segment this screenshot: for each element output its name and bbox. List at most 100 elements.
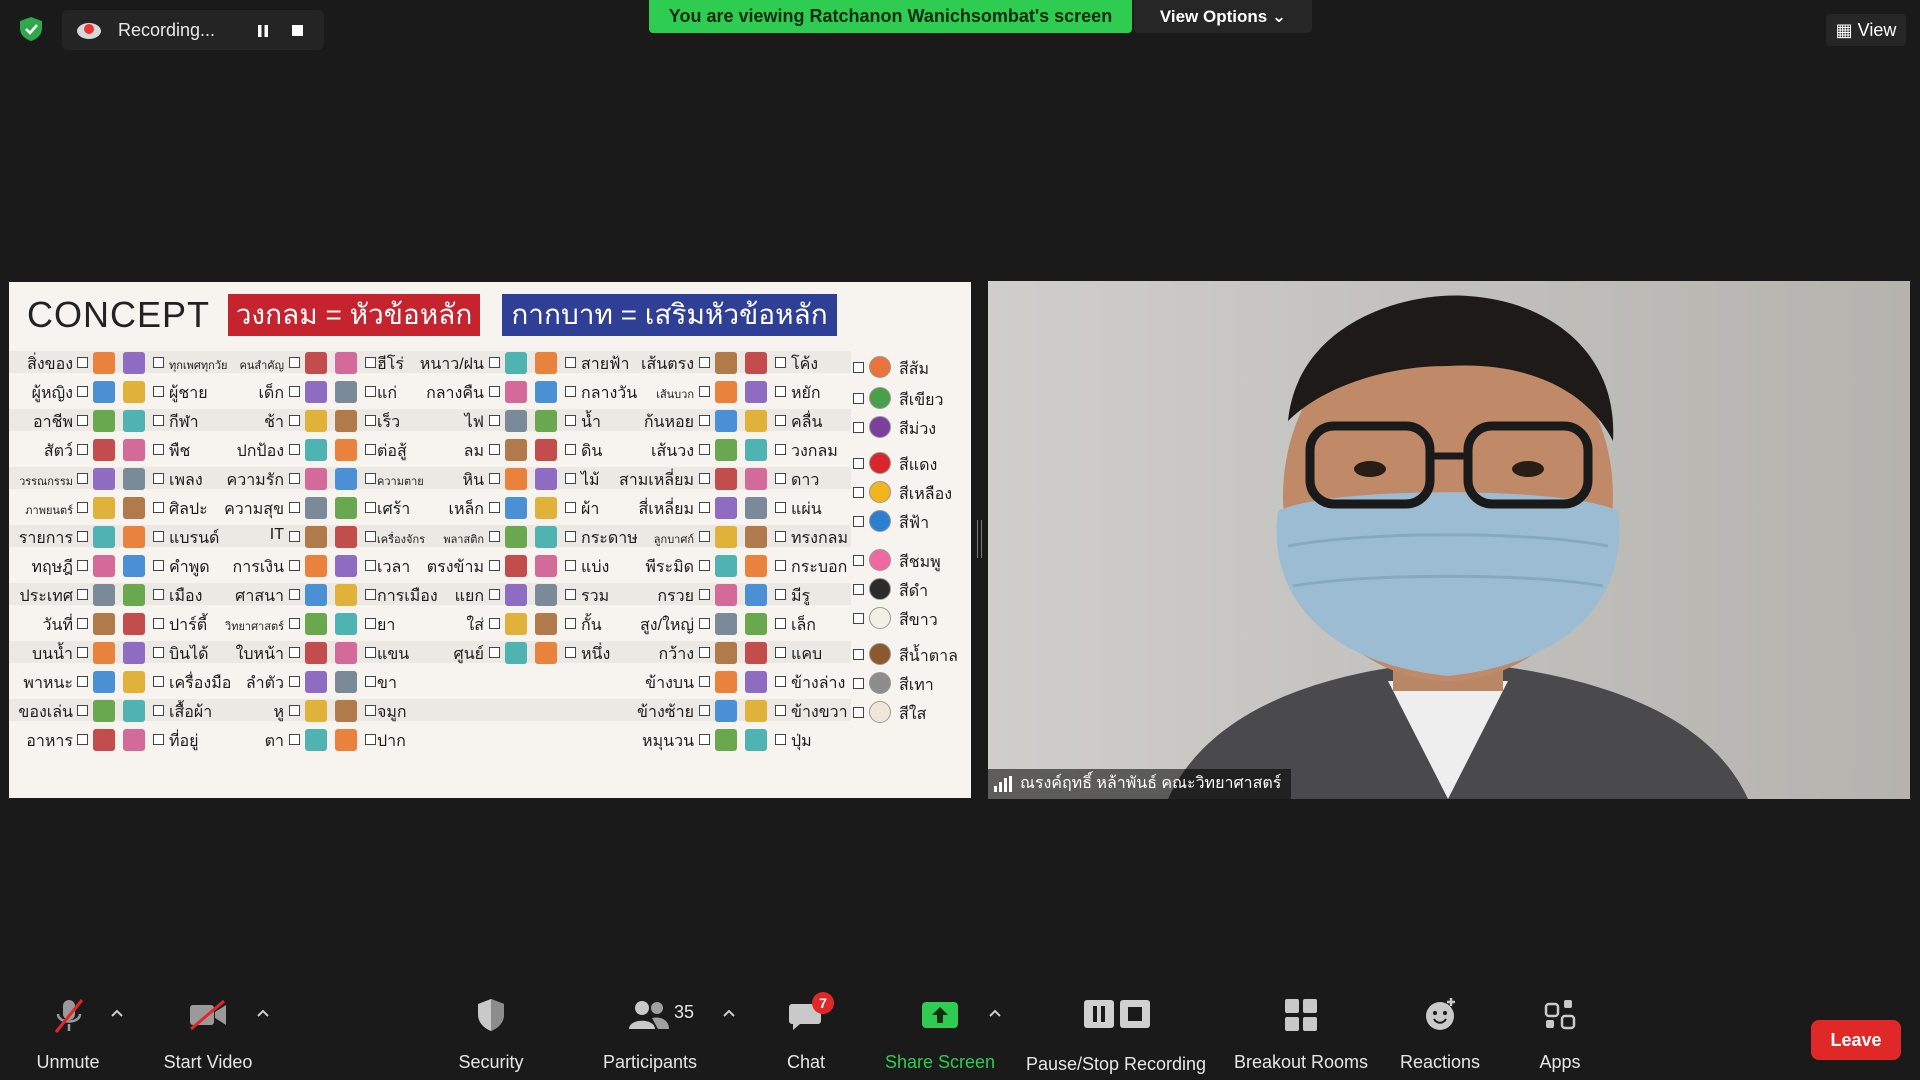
concept-checkbox[interactable] — [365, 386, 376, 397]
concept-checkbox[interactable] — [365, 531, 376, 542]
concept-checkbox[interactable] — [699, 357, 710, 368]
concept-checkbox[interactable] — [289, 415, 300, 426]
concept-checkbox[interactable] — [699, 386, 710, 397]
concept-checkbox[interactable] — [699, 734, 710, 745]
concept-checkbox[interactable] — [565, 531, 576, 542]
concept-checkbox[interactable] — [77, 444, 88, 455]
concept-checkbox[interactable] — [77, 560, 88, 571]
concept-checkbox[interactable] — [775, 676, 786, 687]
concept-checkbox[interactable] — [289, 502, 300, 513]
concept-checkbox[interactable] — [775, 502, 786, 513]
concept-checkbox[interactable] — [365, 589, 376, 600]
concept-checkbox[interactable] — [775, 415, 786, 426]
pause-recording-icon[interactable] — [252, 20, 274, 42]
concept-checkbox[interactable] — [153, 531, 164, 542]
unmute-button[interactable]: Unmute — [22, 978, 114, 1080]
concept-checkbox[interactable] — [77, 357, 88, 368]
reactions-button[interactable]: Reactions — [1390, 978, 1490, 1080]
concept-checkbox[interactable] — [489, 531, 500, 542]
color-checkbox[interactable] — [853, 362, 864, 373]
concept-checkbox[interactable] — [153, 676, 164, 687]
concept-checkbox[interactable] — [775, 618, 786, 629]
concept-checkbox[interactable] — [565, 618, 576, 629]
concept-checkbox[interactable] — [489, 560, 500, 571]
concept-checkbox[interactable] — [699, 473, 710, 484]
concept-checkbox[interactable] — [153, 502, 164, 513]
concept-checkbox[interactable] — [77, 502, 88, 513]
concept-checkbox[interactable] — [77, 531, 88, 542]
security-shield-icon[interactable] — [18, 16, 44, 42]
concept-checkbox[interactable] — [699, 560, 710, 571]
audio-options-chevron-icon[interactable] — [110, 1008, 124, 1018]
color-checkbox[interactable] — [853, 393, 864, 404]
concept-checkbox[interactable] — [489, 502, 500, 513]
concept-checkbox[interactable] — [775, 705, 786, 716]
color-checkbox[interactable] — [853, 555, 864, 566]
concept-checkbox[interactable] — [289, 560, 300, 571]
concept-checkbox[interactable] — [289, 444, 300, 455]
stop-recording-icon[interactable] — [286, 20, 308, 42]
concept-checkbox[interactable] — [699, 647, 710, 658]
split-divider-handle[interactable] — [977, 520, 982, 558]
concept-checkbox[interactable] — [365, 415, 376, 426]
color-checkbox[interactable] — [853, 678, 864, 689]
concept-checkbox[interactable] — [153, 415, 164, 426]
concept-checkbox[interactable] — [77, 647, 88, 658]
concept-checkbox[interactable] — [699, 415, 710, 426]
color-checkbox[interactable] — [853, 707, 864, 718]
concept-checkbox[interactable] — [489, 444, 500, 455]
concept-checkbox[interactable] — [489, 473, 500, 484]
concept-checkbox[interactable] — [289, 705, 300, 716]
concept-checkbox[interactable] — [153, 618, 164, 629]
share-options-chevron-icon[interactable] — [988, 1008, 1002, 1018]
color-checkbox[interactable] — [853, 613, 864, 624]
concept-checkbox[interactable] — [489, 647, 500, 658]
concept-checkbox[interactable] — [565, 473, 576, 484]
concept-checkbox[interactable] — [699, 444, 710, 455]
participant-video[interactable]: ณรงค์ฤทธิ์ หล้าพันธ์ คณะวิทยาศาสตร์ — [988, 281, 1910, 799]
concept-checkbox[interactable] — [699, 589, 710, 600]
concept-checkbox[interactable] — [289, 386, 300, 397]
view-button[interactable]: ▦ View — [1826, 14, 1906, 46]
concept-checkbox[interactable] — [365, 473, 376, 484]
concept-checkbox[interactable] — [365, 618, 376, 629]
concept-checkbox[interactable] — [365, 647, 376, 658]
concept-checkbox[interactable] — [699, 676, 710, 687]
security-button[interactable]: Security — [448, 978, 534, 1080]
color-checkbox[interactable] — [853, 649, 864, 660]
apps-button[interactable]: Apps — [1520, 978, 1600, 1080]
chat-button[interactable]: 7 Chat — [770, 978, 842, 1080]
concept-checkbox[interactable] — [565, 502, 576, 513]
concept-checkbox[interactable] — [775, 386, 786, 397]
concept-checkbox[interactable] — [775, 560, 786, 571]
concept-checkbox[interactable] — [77, 734, 88, 745]
concept-checkbox[interactable] — [565, 647, 576, 658]
concept-checkbox[interactable] — [699, 502, 710, 513]
concept-checkbox[interactable] — [365, 676, 376, 687]
concept-checkbox[interactable] — [365, 705, 376, 716]
concept-checkbox[interactable] — [565, 560, 576, 571]
concept-checkbox[interactable] — [565, 589, 576, 600]
concept-checkbox[interactable] — [153, 647, 164, 658]
concept-checkbox[interactable] — [565, 386, 576, 397]
concept-checkbox[interactable] — [77, 589, 88, 600]
concept-checkbox[interactable] — [153, 386, 164, 397]
color-checkbox[interactable] — [853, 458, 864, 469]
participants-button[interactable]: 35 Participants — [592, 978, 708, 1080]
concept-checkbox[interactable] — [775, 531, 786, 542]
video-options-chevron-icon[interactable] — [256, 1008, 270, 1018]
color-checkbox[interactable] — [853, 584, 864, 595]
concept-checkbox[interactable] — [489, 357, 500, 368]
concept-checkbox[interactable] — [775, 444, 786, 455]
concept-checkbox[interactable] — [153, 473, 164, 484]
concept-checkbox[interactable] — [365, 444, 376, 455]
concept-checkbox[interactable] — [153, 705, 164, 716]
share-screen-button[interactable]: Share Screen — [880, 978, 1000, 1080]
concept-checkbox[interactable] — [775, 734, 786, 745]
leave-button[interactable]: Leave — [1811, 1020, 1901, 1060]
concept-checkbox[interactable] — [775, 357, 786, 368]
concept-checkbox[interactable] — [153, 589, 164, 600]
concept-checkbox[interactable] — [289, 647, 300, 658]
concept-checkbox[interactable] — [489, 386, 500, 397]
concept-checkbox[interactable] — [289, 618, 300, 629]
